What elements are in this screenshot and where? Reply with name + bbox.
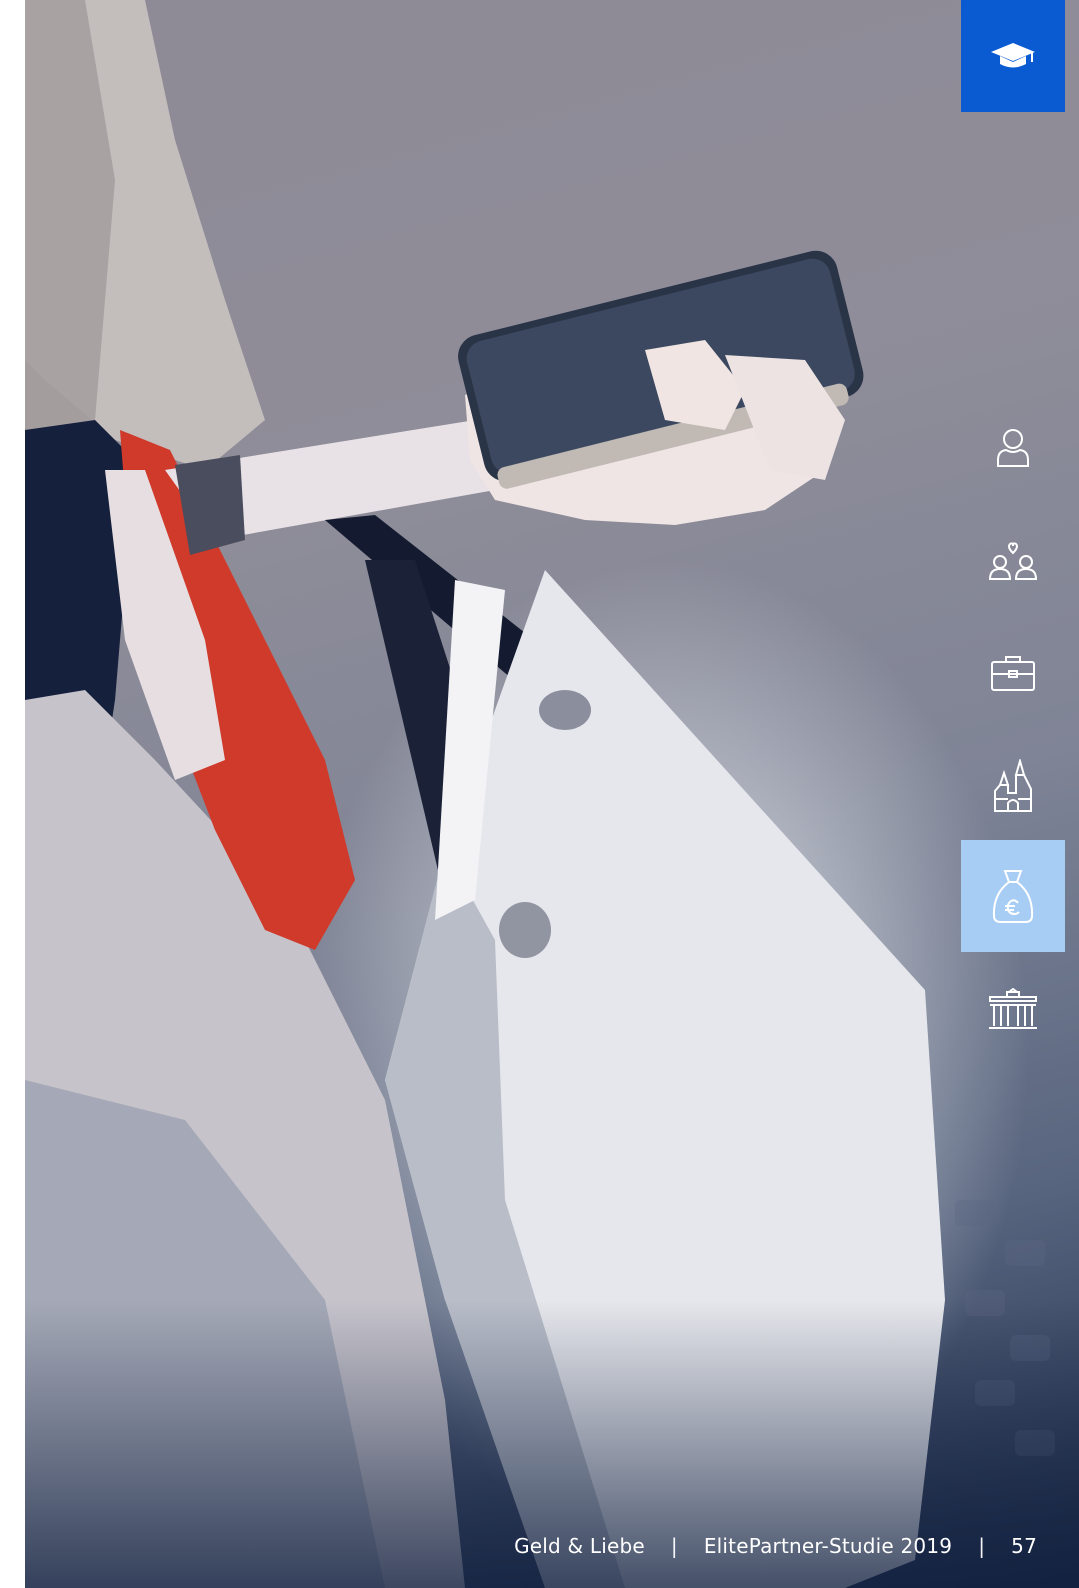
shopping-bags-photo (25, 0, 1079, 1588)
briefcase-icon (991, 656, 1035, 691)
page-number: 57 (1011, 1534, 1037, 1558)
nav-item-dream[interactable] (961, 730, 1065, 842)
nav-item-person[interactable] (961, 392, 1065, 504)
nav-item-career[interactable] (961, 617, 1065, 729)
nav-item-money[interactable] (961, 840, 1065, 952)
footer-separator: | (978, 1534, 986, 1558)
page-photo (25, 0, 1079, 1588)
money-bag-euro-icon (992, 870, 1034, 923)
person-icon (997, 429, 1029, 467)
footer-study-title: ElitePartner-Studie 2019 (703, 1534, 953, 1558)
page-footer: Geld & Liebe | ElitePartner-Studie 2019 … (514, 1534, 1037, 1558)
graduation-cap-icon (991, 43, 1035, 68)
chapter-navigation (961, 0, 1065, 1100)
couple-heart-icon (989, 542, 1037, 580)
footer-separator: | (670, 1534, 678, 1558)
nav-item-politics[interactable] (961, 953, 1065, 1065)
nav-item-couple[interactable] (961, 505, 1065, 617)
footer-section-title: Geld & Liebe (514, 1534, 645, 1558)
brandenburg-gate-icon (989, 988, 1037, 1029)
castle-icon (994, 759, 1032, 812)
nav-item-education[interactable] (961, 0, 1065, 112)
